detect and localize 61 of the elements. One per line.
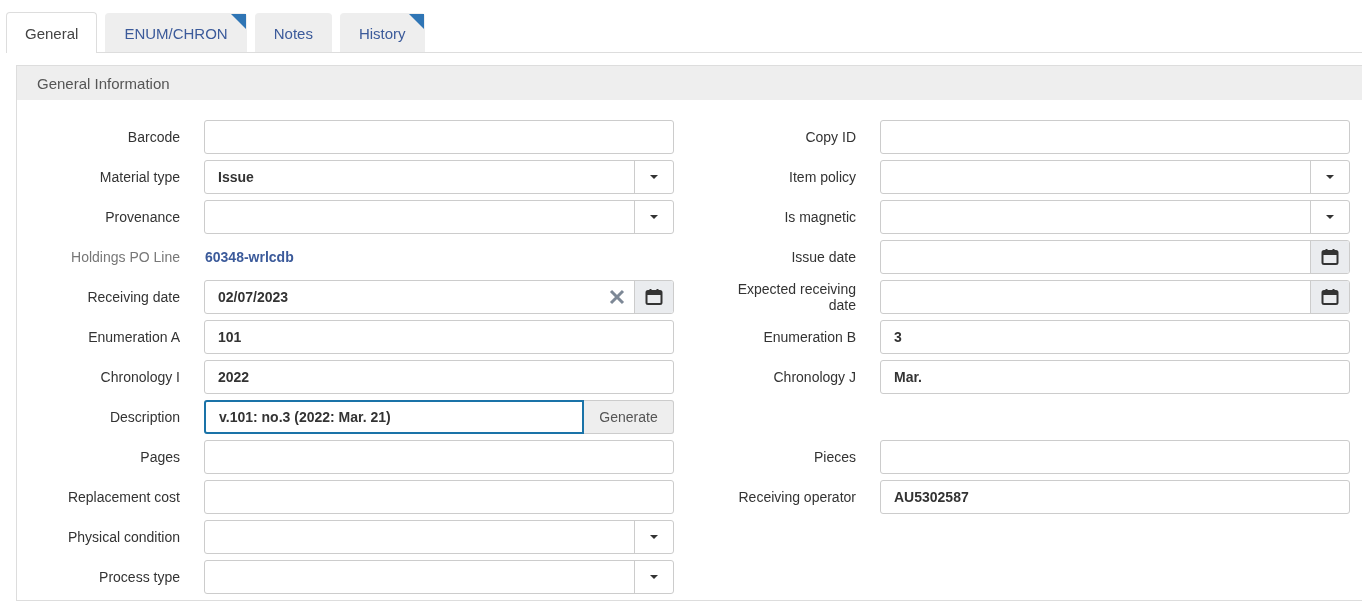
date-field[interactable]: 02/07/2023 (204, 280, 674, 314)
field-label: Provenance (104, 209, 180, 225)
caret-icon (650, 215, 658, 219)
calendar-button[interactable] (1310, 241, 1349, 273)
field-label: Chronology I (99, 369, 180, 385)
field-label: Replacement cost (66, 489, 180, 505)
field-label: Receiving operator (737, 489, 856, 505)
calendar-icon (1321, 248, 1339, 266)
tab[interactable]: General (6, 12, 98, 53)
caret-icon (1326, 175, 1334, 179)
calendar-button[interactable] (1310, 281, 1349, 313)
text-field[interactable] (880, 440, 1350, 474)
field-label: Is magnetic (783, 209, 856, 225)
field-label: Issue date (790, 249, 856, 265)
field-label: Expected receiving date (736, 281, 856, 313)
date-field[interactable] (880, 280, 1350, 314)
select-field[interactable] (204, 200, 674, 234)
field-label: Material type (98, 169, 180, 185)
caret-icon (1326, 215, 1334, 219)
field-label: Enumeration B (762, 329, 856, 345)
field-label: Barcode (126, 129, 180, 145)
field-label: Chronology J (772, 369, 856, 385)
tab[interactable]: History (339, 13, 425, 52)
text-field[interactable] (204, 480, 674, 514)
field-label: Copy ID (804, 129, 856, 145)
tab[interactable]: Notes (254, 13, 332, 52)
field-label: Pages (139, 449, 180, 465)
select-field[interactable]: Issue (204, 160, 674, 194)
section-header: General Information (17, 66, 1362, 100)
field-label: Process type (98, 569, 180, 585)
generate-button[interactable]: Generate (584, 400, 674, 434)
field-label: Pieces (812, 449, 856, 465)
field-label: Holdings PO Line (70, 249, 180, 265)
select-field[interactable] (880, 200, 1350, 234)
text-field[interactable]: 3 (880, 320, 1350, 354)
po-line-link[interactable]: 60348-wrlcdb (204, 249, 674, 265)
date-field[interactable] (880, 240, 1350, 274)
caret-icon (650, 575, 658, 579)
text-field[interactable] (204, 120, 674, 154)
tab[interactable]: ENUM/CHRON (105, 13, 247, 52)
select-field[interactable] (204, 560, 674, 594)
text-field[interactable]: 101 (204, 320, 674, 354)
field-label: Enumeration A (87, 329, 180, 345)
calendar-icon (1321, 288, 1339, 306)
clear-icon[interactable] (609, 289, 625, 305)
field-label: Description (108, 409, 180, 425)
select-field[interactable] (204, 520, 674, 554)
field-label: Physical condition (66, 529, 180, 545)
text-field[interactable] (204, 440, 674, 474)
text-field[interactable] (880, 120, 1350, 154)
description-field[interactable]: v.101: no.3 (2022: Mar. 21) (204, 400, 584, 434)
text-field[interactable]: AU5302587 (880, 480, 1350, 514)
caret-icon (650, 175, 658, 179)
select-field[interactable] (880, 160, 1350, 194)
text-field[interactable]: 2022 (204, 360, 674, 394)
caret-icon (650, 535, 658, 539)
field-label: Receiving date (86, 289, 180, 305)
text-field[interactable]: Mar. (880, 360, 1350, 394)
calendar-button[interactable] (634, 281, 673, 313)
calendar-icon (645, 288, 663, 306)
field-label: Item policy (788, 169, 856, 185)
